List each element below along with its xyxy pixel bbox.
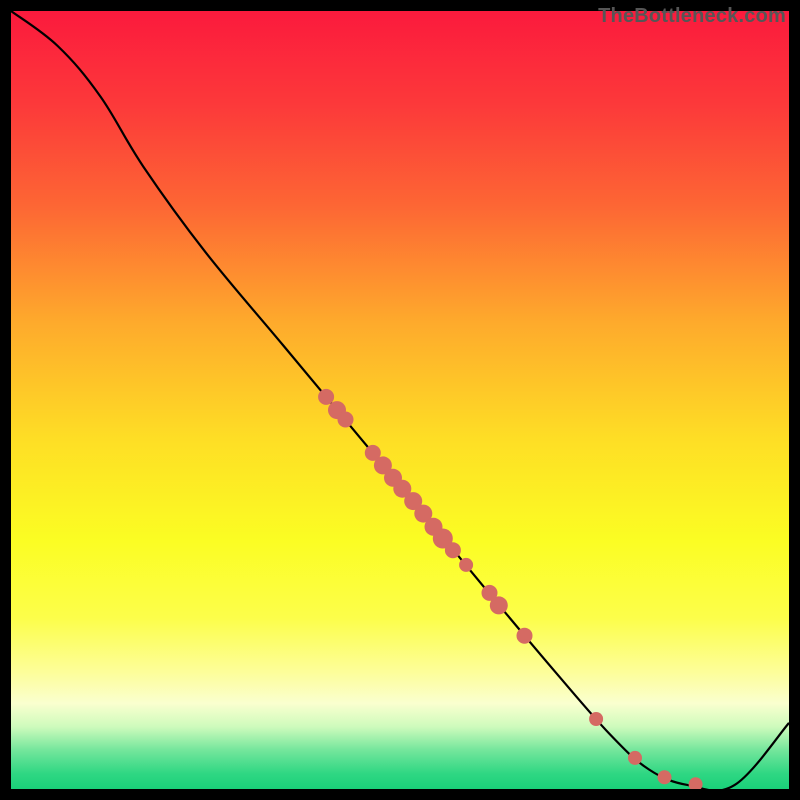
chart-stage: TheBottleneck.com <box>0 0 800 800</box>
data-dot <box>318 389 334 405</box>
data-dot <box>628 751 642 765</box>
data-dot <box>589 712 603 726</box>
data-dot <box>517 628 533 644</box>
data-dot <box>658 770 672 784</box>
data-dot <box>338 412 354 428</box>
bottleneck-curve <box>11 11 789 789</box>
data-dot <box>445 542 461 558</box>
data-dot <box>459 558 473 572</box>
attribution-text: TheBottleneck.com <box>598 5 786 28</box>
data-dot <box>490 596 508 614</box>
data-dot <box>689 777 703 789</box>
data-dots <box>318 389 702 789</box>
curve-layer <box>11 11 789 789</box>
